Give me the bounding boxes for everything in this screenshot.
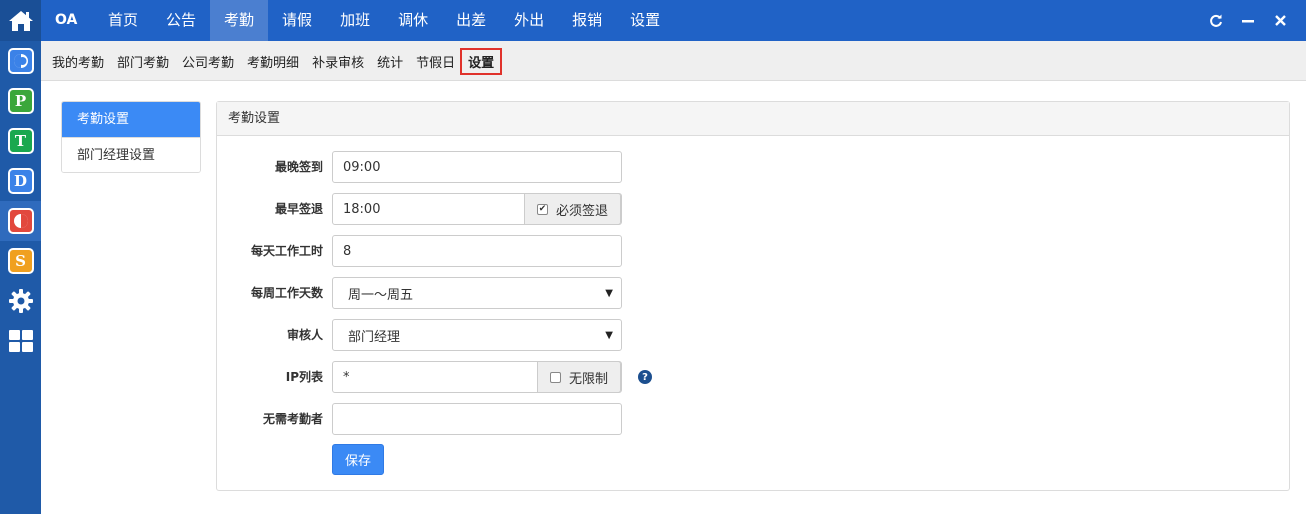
must-checkout-label: 必须签退	[555, 203, 608, 219]
window-controls	[1206, 0, 1290, 41]
top-navbar: OA 首页 公告 考勤 请假 加班 调休 出差 外出 报销 设置	[41, 0, 1306, 41]
side-item-attendance-settings[interactable]: 考勤设置	[62, 102, 200, 137]
nav-item-overtime[interactable]: 加班	[326, 0, 384, 41]
app-p-letter: P	[14, 91, 27, 110]
daily-hours-input[interactable]: 8	[332, 235, 622, 267]
subnav-statistics[interactable]: 统计	[377, 52, 403, 71]
close-button[interactable]	[1270, 11, 1290, 31]
row-daily-hours: 每天工作工时 8	[217, 235, 1291, 267]
subnav-settings[interactable]: 设置	[460, 47, 503, 75]
app-d-button[interactable]: D	[0, 161, 41, 201]
settings-button[interactable]	[0, 281, 41, 321]
latest-checkin-value: 09:00	[343, 159, 381, 175]
subnav-supplement-review[interactable]: 补录审核	[312, 52, 364, 71]
latest-checkin-label: 最晚签到	[274, 160, 323, 174]
app-s-button[interactable]: S	[0, 241, 41, 281]
weekly-days-label: 每周工作天数	[250, 286, 323, 300]
app-t-letter: T	[14, 131, 27, 150]
gear-icon	[8, 289, 33, 313]
caret-down-icon: ▼	[605, 287, 613, 299]
app-d-letter: D	[13, 171, 27, 190]
home-icon	[8, 10, 33, 31]
nav-item-business-trip[interactable]: 出差	[442, 0, 500, 41]
subnav-my-attendance[interactable]: 我的考勤	[52, 52, 104, 71]
app-d-icon: D	[7, 168, 34, 194]
latest-checkin-input[interactable]: 09:00	[332, 151, 622, 183]
nav-item-timeoff[interactable]: 调休	[384, 0, 442, 41]
attendance-settings-panel: 考勤设置 最晚签到 09:00 最早签退 18:00 ✔ 必须签退 每天工作工时…	[216, 101, 1290, 491]
exempt-label: 无需考勤者	[262, 412, 323, 426]
subnav-holidays[interactable]: 节假日	[416, 52, 455, 71]
app-s-icon: S	[7, 248, 34, 274]
ip-list-value: *	[343, 369, 350, 385]
subnav-dept-attendance[interactable]: 部门考勤	[117, 52, 169, 71]
weekly-days-select[interactable]: 周一～周五 ▼	[332, 277, 622, 309]
settings-side-menu: 考勤设置 部门经理设置	[61, 101, 201, 173]
nav-item-attendance[interactable]: 考勤	[210, 0, 269, 41]
row-ip-list: IP列表 * 无限制 ?	[217, 361, 1291, 393]
caret-down-icon: ▼	[605, 329, 613, 341]
dashboard-button[interactable]	[0, 321, 41, 361]
earliest-checkout-value: 18:00	[343, 201, 381, 217]
row-approver: 审核人 部门经理 ▼	[217, 319, 1291, 351]
daily-hours-value: 8	[343, 243, 352, 259]
approver-value: 部门经理	[348, 329, 401, 345]
app-s-letter: S	[15, 251, 26, 270]
must-checkout-checkbox[interactable]: ✔	[536, 203, 548, 215]
daily-hours-label: 每天工作工时	[250, 244, 323, 258]
nav-item-home[interactable]: 首页	[94, 0, 152, 41]
attendance-subnav: 我的考勤 部门考勤 公司考勤 考勤明细 补录审核 统计 节假日 设置	[41, 41, 1306, 81]
main-nav: 首页 公告 考勤 请假 加班 调休 出差 外出 报销 设置	[94, 0, 674, 41]
approver-select[interactable]: 部门经理 ▼	[332, 319, 622, 351]
earliest-checkout-label: 最早签退	[274, 202, 323, 216]
ip-list-input[interactable]: * 无限制	[332, 361, 622, 393]
refresh-icon	[1210, 14, 1222, 27]
app-t-button[interactable]: T	[0, 121, 41, 161]
save-button[interactable]: 保存	[332, 444, 384, 475]
app-o-icon	[7, 208, 34, 234]
weekly-days-value: 周一～周五	[348, 287, 414, 303]
nav-item-leave[interactable]: 请假	[268, 0, 326, 41]
nav-item-announcement[interactable]: 公告	[152, 0, 210, 41]
row-earliest-checkout: 最早签退 18:00 ✔ 必须签退	[217, 193, 1291, 225]
earliest-checkout-input[interactable]: 18:00 ✔ 必须签退	[332, 193, 622, 225]
row-weekly-days: 每周工作天数 周一～周五 ▼	[217, 277, 1291, 309]
home-button[interactable]	[0, 0, 41, 41]
refresh-button[interactable]	[1206, 11, 1226, 31]
nav-item-out[interactable]: 外出	[500, 0, 558, 41]
exempt-input[interactable]	[332, 403, 622, 435]
question-icon[interactable]: ?	[638, 370, 652, 384]
grid-icon	[8, 330, 33, 352]
row-exempt: 无需考勤者	[217, 403, 1291, 435]
must-checkout-addon[interactable]: ✔ 必须签退	[523, 193, 621, 225]
close-icon	[1274, 15, 1286, 26]
subnav-company-attendance[interactable]: 公司考勤	[182, 52, 234, 71]
subnav-attendance-detail[interactable]: 考勤明细	[247, 52, 299, 71]
approver-label: 审核人	[286, 328, 323, 342]
app-o-button[interactable]	[0, 201, 41, 241]
row-latest-checkin: 最晚签到 09:00	[217, 151, 1291, 183]
panel-title: 考勤设置	[217, 102, 1289, 136]
app-c-button[interactable]	[0, 41, 41, 81]
brand-logo[interactable]: OA	[55, 0, 77, 41]
unlimited-checkbox[interactable]	[549, 371, 561, 383]
nav-item-reimbursement[interactable]: 报销	[558, 0, 616, 41]
nav-item-settings[interactable]: 设置	[616, 0, 674, 41]
app-launcher-bar: P T D S	[0, 0, 41, 514]
unlimited-addon[interactable]: 无限制	[536, 361, 621, 393]
unlimited-label: 无限制	[568, 371, 608, 387]
app-t-icon: T	[7, 128, 34, 154]
minimize-button[interactable]	[1238, 11, 1258, 31]
minimize-icon	[1242, 19, 1254, 22]
app-p-button[interactable]: P	[0, 81, 41, 121]
app-p-icon: P	[7, 88, 34, 114]
app-c-icon	[7, 48, 34, 74]
ip-list-label: IP列表	[285, 370, 323, 384]
side-item-manager-settings[interactable]: 部门经理设置	[62, 137, 200, 172]
